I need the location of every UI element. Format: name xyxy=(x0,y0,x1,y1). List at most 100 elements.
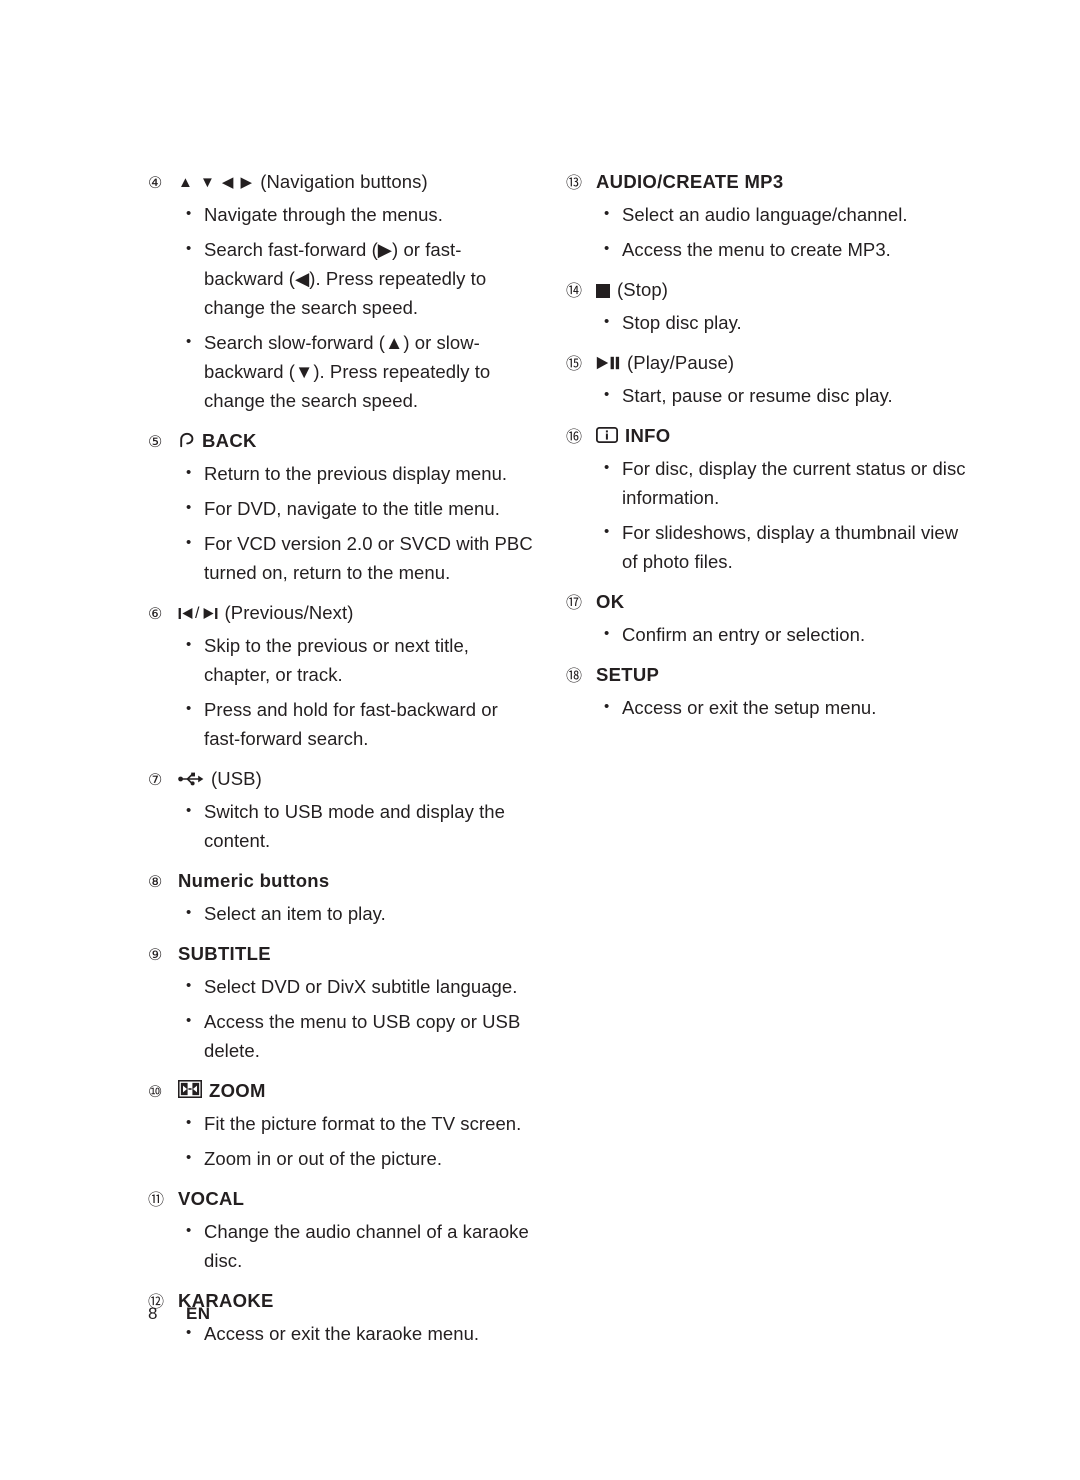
entry-label: INFO xyxy=(625,425,671,446)
manual-page: ④ ▲ ▼ ◀ ▶ (Navigation buttons) Navigate throug… xyxy=(0,0,1080,1480)
bullet-item: For VCD version 2.0 or SVCD with PBC tur… xyxy=(148,528,538,587)
entry-heading: ⑬ AUDIO/CREATE MP3 xyxy=(566,168,966,197)
remote-button-entry: ⑥ / (Previous/Next) Skip to the previous or… xyxy=(148,599,538,753)
slash-separator: / xyxy=(195,605,200,622)
arrow-down-icon: ▼ xyxy=(199,174,215,191)
entry-number: ④ xyxy=(148,175,163,192)
entry-heading-content: AUDIO/CREATE MP3 xyxy=(596,168,783,195)
entry-bullet-list: Stop disc play. xyxy=(566,307,966,337)
entry-number: ⑮ xyxy=(566,356,583,373)
entry-heading-content: INFO xyxy=(596,422,670,449)
remote-button-entry: ⑬ AUDIO/CREATE MP3 Select an audio languag… xyxy=(566,168,966,264)
bullet-item: Stop disc play. xyxy=(566,307,966,337)
remote-button-entry: ⑪ VOCAL Change the audio channel of a kara… xyxy=(148,1185,538,1275)
entry-number: ⑩ xyxy=(148,1084,163,1101)
entry-bullet-list: Select an audio language/channel. Access … xyxy=(566,199,966,264)
entry-heading-content: Numeric buttons xyxy=(178,867,329,894)
entry-heading-content: BACK xyxy=(178,427,257,454)
usb-icon xyxy=(178,772,204,786)
entry-number: ⑪ xyxy=(148,1192,165,1209)
bullet-item: Search fast-forward (▶) or fast-backward… xyxy=(148,234,538,322)
remote-button-entry: ⑱ SETUP Access or exit the setup menu. xyxy=(566,661,966,722)
bullet-item: Skip to the previous or next title, chap… xyxy=(148,630,538,689)
back-return-arrow-icon xyxy=(178,432,195,448)
page-footer: 8 EN xyxy=(148,1304,210,1324)
entry-number: ⑯ xyxy=(566,429,583,446)
entry-bullet-list: Select an item to play. xyxy=(148,898,538,928)
entry-bullet-list: Return to the previous display menu. For … xyxy=(148,458,538,587)
entry-heading-content: ▲ ▼ ◀ ▶ (Navigation buttons) xyxy=(178,168,428,197)
entry-number: ⑤ xyxy=(148,434,163,451)
arrow-left-icon: ◀ xyxy=(221,174,234,191)
bullet-item: For slideshows, display a thumbnail view… xyxy=(566,517,966,576)
entry-bullet-list: Navigate through the menus. Search fast-f… xyxy=(148,199,538,415)
remote-button-entry: ⑯ INFO For disc, display the current statu… xyxy=(566,422,966,576)
bullet-item: Switch to USB mode and display the conte… xyxy=(148,796,538,855)
arrow-right-icon: ▶ xyxy=(240,174,253,191)
entry-bullet-list: Change the audio channel of a karaoke di… xyxy=(148,1216,538,1275)
entry-label: AUDIO/CREATE MP3 xyxy=(596,171,784,192)
bullet-item: Confirm an entry or selection. xyxy=(566,619,966,649)
bullet-item: Navigate through the menus. xyxy=(148,199,538,229)
entry-label: OK xyxy=(596,591,625,612)
entry-heading: ⑩ ZOOM xyxy=(148,1077,538,1106)
entry-heading-content: VOCAL xyxy=(178,1185,244,1212)
entry-number: ⑦ xyxy=(148,772,163,789)
entry-number: ⑰ xyxy=(566,595,583,612)
entry-label: SUBTITLE xyxy=(178,943,271,964)
bullet-item: Fit the picture format to the TV screen. xyxy=(148,1108,538,1138)
bullet-item: For DVD, navigate to the title menu. xyxy=(148,493,538,523)
entry-heading: ⑥ / (Previous/Next) xyxy=(148,599,538,628)
entry-heading-content: (Play/Pause) xyxy=(596,349,734,376)
play-pause-icon xyxy=(596,356,620,370)
bullet-item: Search slow-forward (▲) or slow-backward… xyxy=(148,327,538,415)
entry-bullet-list: Start, pause or resume disc play. xyxy=(566,380,966,410)
bullet-item: Change the audio channel of a karaoke di… xyxy=(148,1216,538,1275)
entry-paren-label: (Stop) xyxy=(617,279,668,300)
entry-paren-label: (Previous/Next) xyxy=(224,602,354,623)
remote-button-entry: ⑦ (USB) Switch to USB mode and display the… xyxy=(148,765,538,855)
entry-label: ZOOM xyxy=(209,1080,266,1101)
remote-button-entry: ④ ▲ ▼ ◀ ▶ (Navigation buttons) Navigate throug… xyxy=(148,168,538,415)
bullet-item: Access the menu to USB copy or USB delet… xyxy=(148,1006,538,1065)
entry-heading: ⑪ VOCAL xyxy=(148,1185,538,1214)
skip-next-icon xyxy=(203,608,217,619)
entry-paren-label: (USB) xyxy=(211,768,262,789)
entry-bullet-list: Access or exit the setup menu. xyxy=(566,692,966,722)
entry-heading: ⑭ (Stop) xyxy=(566,276,966,305)
previous-next-icon: / xyxy=(178,600,218,627)
remote-button-entry: ⑨ SUBTITLE Select DVD or DivX subtitle lan… xyxy=(148,940,538,1065)
entry-heading: ⑯ INFO xyxy=(566,422,966,451)
entry-bullet-list: Confirm an entry or selection. xyxy=(566,619,966,649)
bullet-item: Select DVD or DivX subtitle language. xyxy=(148,971,538,1001)
remote-button-entry: ⑩ ZOOM Fit the picture format to the TV sc… xyxy=(148,1077,538,1173)
bullet-item: Return to the previous display menu. xyxy=(148,458,538,488)
info-icon xyxy=(596,427,618,443)
entry-heading-content: OK xyxy=(596,588,624,615)
right-column: ⑬ AUDIO/CREATE MP3 Select an audio languag… xyxy=(566,168,966,734)
entry-number: ⑥ xyxy=(148,606,163,623)
footer-locale: EN xyxy=(186,1304,211,1323)
entry-heading: ⑨ SUBTITLE xyxy=(148,940,538,969)
entry-heading-content: / (Previous/Next) xyxy=(178,599,354,626)
entry-paren-label: (Navigation buttons) xyxy=(260,171,428,192)
entry-bullet-list: Fit the picture format to the TV screen.… xyxy=(148,1108,538,1173)
arrow-up-icon: ▲ xyxy=(178,174,193,191)
bullet-item: Zoom in or out of the picture. xyxy=(148,1143,538,1173)
entry-heading: ⑦ (USB) xyxy=(148,765,538,794)
entry-heading-content: ZOOM xyxy=(178,1077,266,1104)
entry-heading-content: SUBTITLE xyxy=(178,940,271,967)
entry-heading: ⑱ SETUP xyxy=(566,661,966,690)
bullet-item: Access or exit the setup menu. xyxy=(566,692,966,722)
entry-bullet-list: Switch to USB mode and display the conte… xyxy=(148,796,538,855)
entry-number: ⑨ xyxy=(148,947,163,964)
skip-previous-icon xyxy=(178,608,193,619)
entry-number: ⑬ xyxy=(566,175,583,192)
entry-paren-label: (Play/Pause) xyxy=(627,352,735,373)
entry-heading-content: (Stop) xyxy=(596,276,668,303)
bullet-item: Access the menu to create MP3. xyxy=(566,234,966,264)
entry-heading: ④ ▲ ▼ ◀ ▶ (Navigation buttons) xyxy=(148,168,538,197)
entry-label: Numeric buttons xyxy=(178,870,330,891)
bullet-item: Start, pause or resume disc play. xyxy=(566,380,966,410)
entry-bullet-list: Skip to the previous or next title, chap… xyxy=(148,630,538,753)
